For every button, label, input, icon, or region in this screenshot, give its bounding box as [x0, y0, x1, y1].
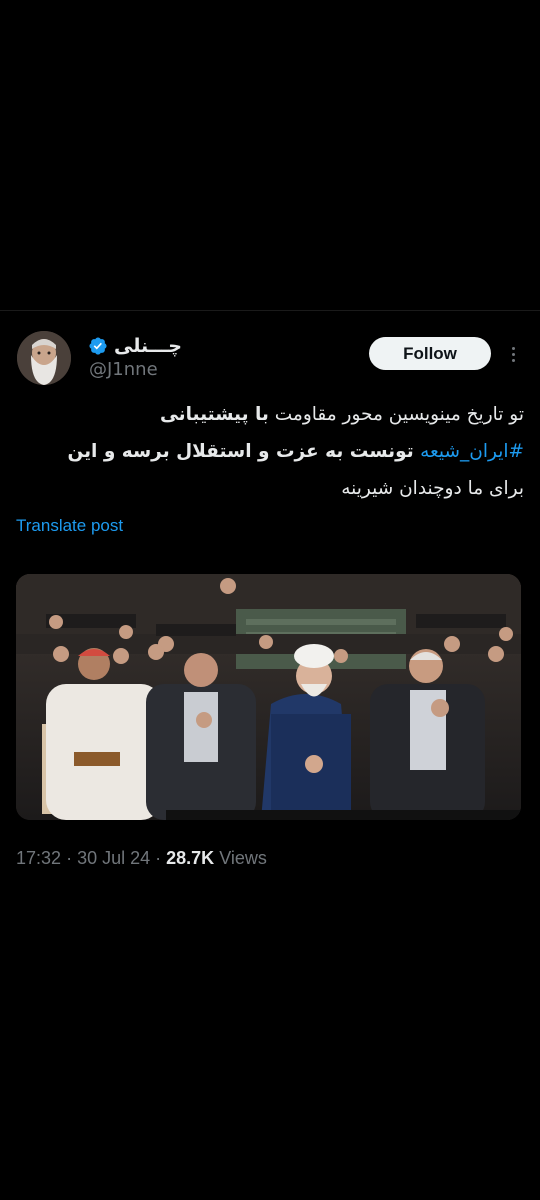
post-text: تو تاریخ مینویسین محور مقاومت با پیشتیبا…: [16, 396, 524, 507]
post-line-1-text: تو تاریخ مینویسین محور مقاومت: [268, 404, 524, 425]
post-line-1-bold: با پیشتیبانی: [159, 404, 269, 425]
post-media-image[interactable]: [16, 574, 521, 820]
translate-post-link[interactable]: Translate post: [16, 516, 123, 536]
meta-separator: ·: [66, 848, 78, 868]
author-name-row[interactable]: چـــنلی: [88, 334, 182, 358]
author-display-name: چـــنلی: [114, 335, 182, 357]
post-time[interactable]: 17:32: [16, 848, 61, 868]
post-meta: 17:32 · 30 Jul 24 · 28.7K Views: [16, 848, 267, 869]
follow-button[interactable]: Follow: [369, 337, 491, 370]
author-avatar[interactable]: [17, 331, 71, 385]
more-options-icon[interactable]: [505, 340, 521, 368]
verified-badge-icon: [89, 337, 107, 355]
top-divider: [0, 310, 540, 311]
post-line-1: تو تاریخ مینویسین محور مقاومت با پیشتیبا…: [16, 396, 524, 433]
post-line-3: برای ما دوچندان شیرینه: [341, 478, 524, 499]
parliament-photo: [16, 574, 521, 820]
post-date[interactable]: 30 Jul 24: [77, 848, 150, 868]
avatar-image: [17, 331, 71, 385]
author-handle[interactable]: @J1nne: [89, 359, 158, 380]
hashtag-link[interactable]: #ایران_شیعه: [420, 441, 524, 462]
views-label: Views: [219, 848, 267, 868]
meta-separator: ·: [155, 848, 167, 868]
views-count: 28.7K: [166, 848, 215, 868]
post-line-2: #ایران_شیعه تونست به عزت و استقلال برسه …: [16, 433, 524, 470]
post-line-2-bold: تونست به عزت و استقلال برسه و این: [67, 441, 421, 462]
